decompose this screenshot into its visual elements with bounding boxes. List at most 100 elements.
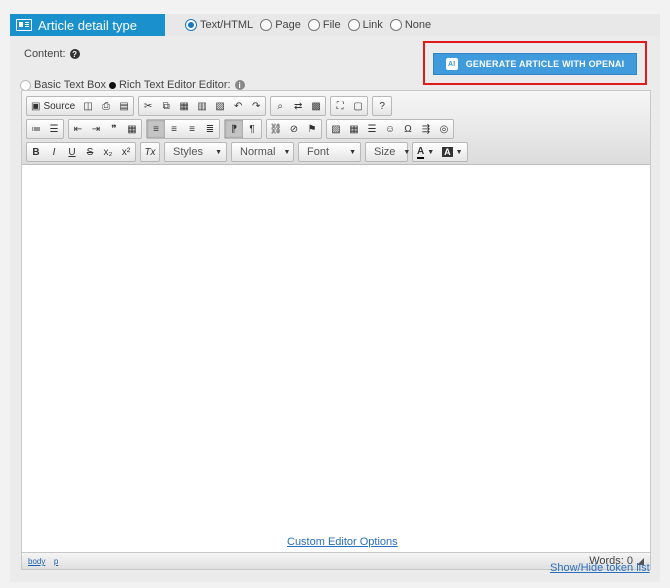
undo-icon[interactable]: ↶ [229,97,247,115]
cut-icon[interactable]: ✂ [139,97,157,115]
page-title: Article detail type [38,17,137,33]
article-detail-title-tab: Article detail type [10,14,165,36]
smiley-icon[interactable]: ☺ [381,120,399,138]
chevron-down-icon: ▼ [403,148,411,156]
anchor-icon[interactable]: ⚑ [303,120,321,138]
path-body-link[interactable]: body [28,557,45,566]
text-color-icon: A [417,145,425,159]
special-char-icon[interactable]: Ω [399,120,417,138]
unlink-icon[interactable]: ⊘ [285,120,303,138]
remove-format-button[interactable]: Tx [141,143,159,161]
indent-icon[interactable]: ⇥ [87,120,105,138]
redo-icon[interactable]: ↷ [247,97,265,115]
radio-icon[interactable] [108,81,116,89]
type-radio-link[interactable]: Link [347,19,383,31]
superscript-button[interactable]: x² [117,143,135,161]
radio-icon[interactable] [389,19,402,31]
numbered-list-icon[interactable]: ≔ [27,120,45,138]
maximize-icon[interactable]: ⛶ [331,97,349,115]
preview-icon[interactable]: ◫ [79,97,97,115]
toolbar-group-align: ≡ ≡ ≡ ≣ [146,119,220,139]
strike-button[interactable]: S [81,143,99,161]
toolbar-group-help: ? [372,96,393,116]
content-panel: Content: ? Basic Text Box Rich Text Edit… [10,36,660,582]
toolbar-group-direction: ⁋ ¶ [224,119,262,139]
italic-button[interactable]: I [45,143,63,161]
outdent-icon[interactable]: ⇤ [69,120,87,138]
custom-editor-options-link[interactable]: Custom Editor Options [287,536,398,548]
underline-button[interactable]: U [63,143,81,161]
article-icon [16,19,32,31]
bg-color-button[interactable]: A ▼ [438,143,466,161]
paste-word-icon[interactable]: ▧ [211,97,229,115]
chevron-down-icon: ▼ [349,148,356,156]
text-direction-rtl-icon[interactable]: ¶ [243,120,261,138]
info-icon[interactable]: i [234,80,245,90]
toolbar-row-3: B I U S x₂ x² Tx Styles ▼ Normal ▼ Font ▼ S… [26,142,468,162]
toolbar-group-lists: ≔ ☰ [26,119,64,139]
toolbar-group-indent: ⇤ ⇥ ❞ ▦ [68,119,142,139]
page-break-icon[interactable]: ⇶ [417,120,435,138]
type-radio-file[interactable]: File [307,19,341,31]
find-icon[interactable]: ⌕ [271,97,289,115]
radio-icon[interactable] [307,19,320,31]
toolbar-row-2: ≔ ☰ ⇤ ⇥ ❞ ▦ ≡ ≡ ≡ ≣ ⁋ ¶ ⛓ ⊘ ⚑ ▨ ▦ ☰ ☺ Ω … [26,119,454,139]
source-button[interactable]: ▣ Source [27,97,79,115]
select-all-icon[interactable]: ▩ [307,97,325,115]
chevron-down-icon: ▼ [283,148,291,156]
table-icon[interactable]: ▦ [345,120,363,138]
align-center-icon[interactable]: ≡ [165,120,183,138]
show-blocks-icon[interactable]: ▢ [349,97,367,115]
source-icon: ▣ [31,100,41,112]
link-icon[interactable]: ⛓ [267,120,285,138]
token-list-toggle-link[interactable]: Show/Hide token list [550,562,650,574]
toolbar-group-insert: ▨ ▦ ☰ ☺ Ω ⇶ ◎ [326,119,454,139]
blockquote-icon[interactable]: ❞ [105,120,123,138]
type-radio-text-html[interactable]: Text/HTML [185,19,253,31]
radio-icon[interactable] [185,19,197,31]
copy-icon[interactable]: ⧉ [157,97,175,115]
type-radio-none[interactable]: None [389,19,431,31]
detail-type-radio-group: Text/HTML Page File Link None [165,14,660,36]
generate-article-button[interactable]: AI GENERATE ARTICLE WITH OPENAI [433,53,637,75]
toolbar-group-basic-styles: B I U S x₂ x² [26,142,136,162]
content-label: Content: ? [24,48,80,60]
templates-icon[interactable]: ▤ [115,97,133,115]
help-button-icon[interactable]: ? [373,97,391,115]
iframe-icon[interactable]: ◎ [435,120,453,138]
bulleted-list-icon[interactable]: ☰ [45,120,63,138]
div-container-icon[interactable]: ▦ [123,120,141,138]
align-right-icon[interactable]: ≡ [183,120,201,138]
paste-text-icon[interactable]: ▥ [193,97,211,115]
toolbar-group-find: ⌕ ⇄ ▩ [270,96,327,116]
subscript-button[interactable]: x₂ [99,143,117,161]
path-p-link[interactable]: p [54,557,58,566]
radio-icon[interactable] [260,19,273,31]
format-dropdown[interactable]: Normal ▼ [231,142,294,162]
size-dropdown[interactable]: Size ▼ [365,142,411,162]
replace-icon[interactable]: ⇄ [289,97,307,115]
horizontal-line-icon[interactable]: ☰ [363,120,381,138]
help-icon[interactable]: ? [69,49,80,59]
text-direction-ltr-icon[interactable]: ⁋ [225,120,243,138]
chevron-down-icon: ▼ [427,148,435,156]
radio-icon[interactable] [20,79,31,91]
toolbar-group-document: ▣ Source ◫ ⎙ ▤ [26,96,135,116]
ai-icon: AI [445,58,458,70]
styles-dropdown[interactable]: Styles ▼ [164,142,227,162]
toolbar-group-view: ⛶ ▢ [330,96,369,116]
print-icon[interactable]: ⎙ [97,97,115,115]
justify-icon[interactable]: ≣ [201,120,219,138]
bold-button[interactable]: B [27,143,45,161]
bg-color-icon: A [442,147,453,157]
radio-icon[interactable] [347,19,360,31]
align-left-icon[interactable]: ≡ [147,120,165,138]
toolbar-group-links: ⛓ ⊘ ⚑ [266,119,322,139]
generate-highlight-box: AI GENERATE ARTICLE WITH OPENAI [423,41,647,85]
text-color-button[interactable]: A ▼ [413,143,438,161]
paste-icon[interactable]: ▦ [175,97,193,115]
font-dropdown[interactable]: Font ▼ [298,142,361,162]
image-icon[interactable]: ▨ [327,120,345,138]
editor-body[interactable] [22,166,650,512]
type-radio-page[interactable]: Page [260,19,301,31]
